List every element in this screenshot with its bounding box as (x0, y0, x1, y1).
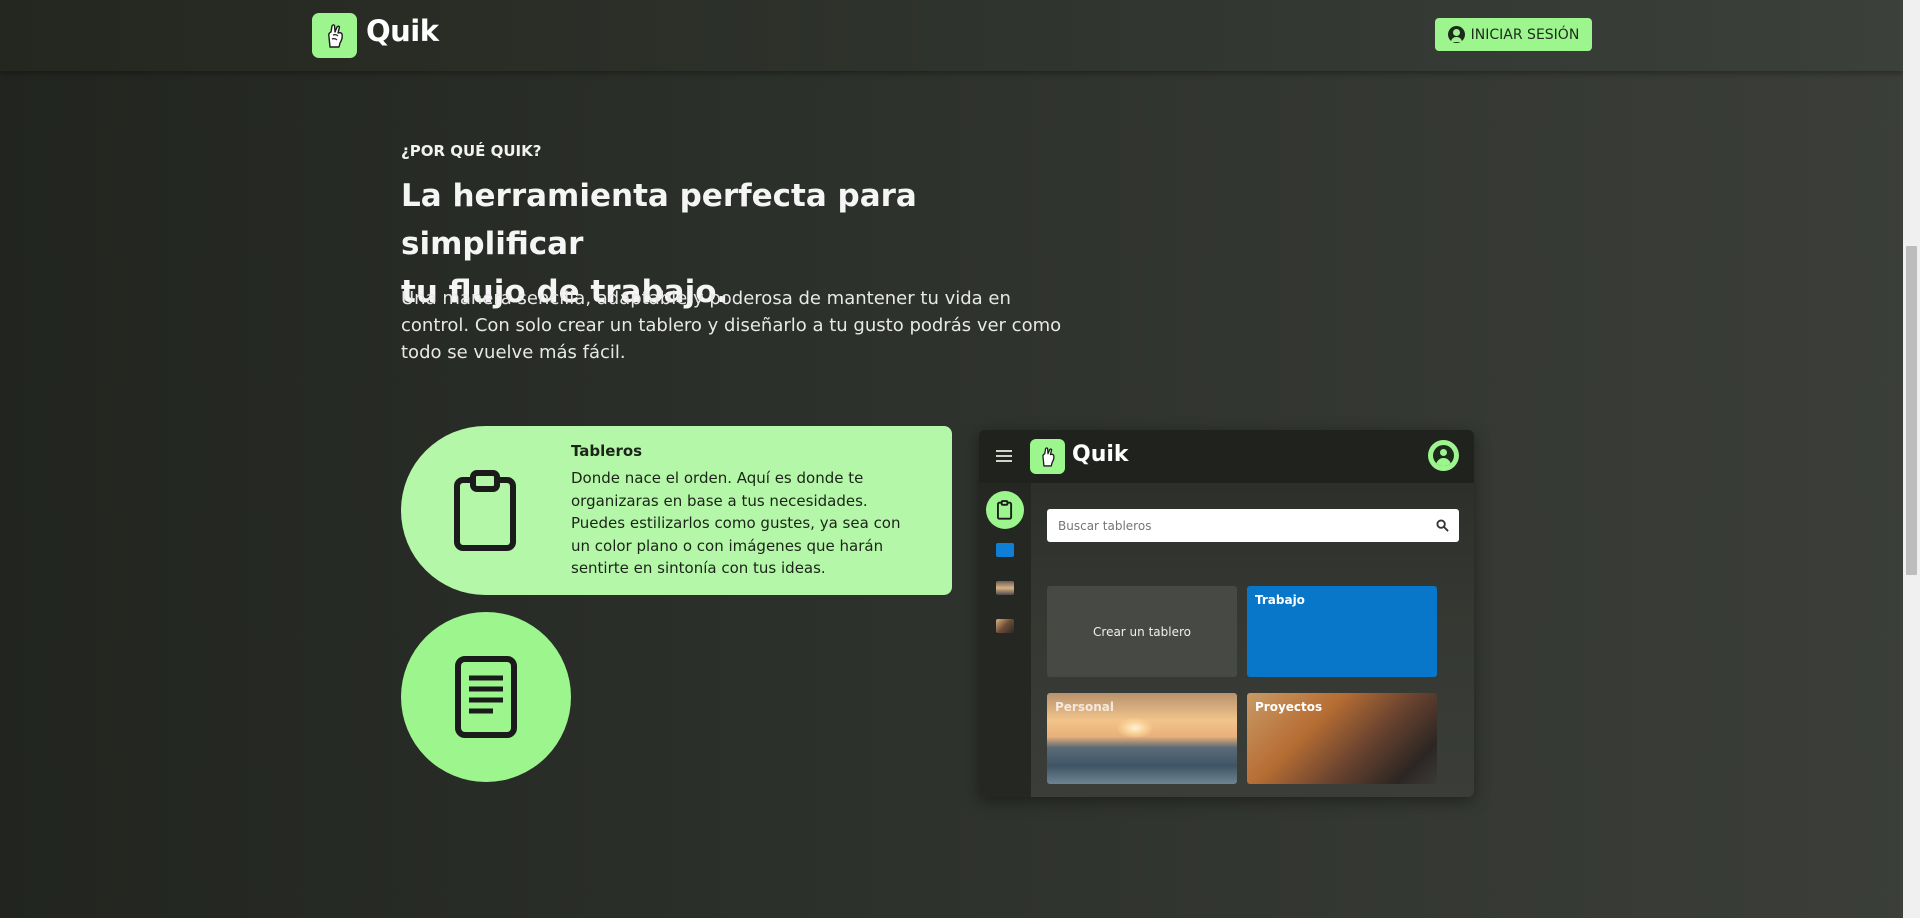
document-icon (455, 656, 517, 738)
section-lead: Una manera sencilla, adaptable y poderos… (401, 285, 1091, 366)
feature-title: Tableros (571, 442, 643, 460)
desc-line: un color plano o con imágenes que harán (571, 536, 884, 555)
board-tile-personal: Personal (1047, 693, 1237, 784)
feature-description: Donde nace el orden. Aquí es donde te or… (571, 467, 921, 580)
create-board-tile: Crear un tablero (1047, 586, 1237, 677)
desc-line: sentirte en sintonía con tus ideas. (571, 559, 826, 577)
feature-card-notes[interactable] (401, 612, 571, 782)
login-label: INICIAR SESIÓN (1470, 26, 1580, 43)
board-label: Personal (1055, 700, 1114, 714)
hand-logo-icon[interactable] (312, 13, 357, 58)
app-preview: Quik Crear un tablero (979, 430, 1474, 797)
board-thumb-image (996, 581, 1014, 595)
desc-line: organizaras en base a tus necesidades. (571, 491, 868, 510)
user-circle-icon (1447, 26, 1465, 43)
scrollbar-thumb[interactable] (1906, 246, 1917, 575)
section-eyebrow: ¿POR QUÉ QUIK? (401, 142, 542, 160)
board-thumb-image (996, 619, 1014, 633)
preview-search-input (1047, 509, 1459, 542)
clipboard-icon (453, 470, 521, 556)
page: Quik INICIAR SESIÓN ¿POR QUÉ QUIK? La he… (0, 0, 1903, 918)
avatar-icon (1428, 440, 1459, 471)
hand-logo-icon (1030, 439, 1065, 474)
login-button[interactable]: INICIAR SESIÓN (1435, 18, 1592, 51)
preview-header: Quik (979, 430, 1474, 483)
headline-line: La herramienta perfecta para simplificar (401, 178, 917, 262)
top-header: Quik INICIAR SESIÓN (0, 0, 1903, 71)
board-label: Proyectos (1255, 700, 1323, 714)
preview-main: Crear un tablero Trabajo Personal Proyec… (1031, 483, 1474, 797)
page-scrollbar[interactable] (1903, 0, 1920, 918)
lead-line: control. Con solo crear un tablero y dis… (401, 315, 1062, 336)
search-icon (1436, 519, 1449, 532)
menu-icon (996, 450, 1012, 462)
desc-line: Puedes estilizarlos como gustes, ya sea … (571, 514, 901, 532)
feature-card-tableros[interactable]: Tableros Donde nace el orden. Aquí es do… (401, 426, 952, 595)
preview-sidebar (979, 483, 1031, 797)
preview-brand: Quik (1072, 442, 1129, 467)
lead-line: todo se vuelve más fácil. (401, 342, 626, 363)
board-label: Trabajo (1255, 593, 1305, 607)
board-tile-proyectos: Proyectos (1247, 693, 1437, 784)
desc-line: Donde nace el orden. Aquí es donde te (571, 469, 864, 487)
board-thumb-blue (996, 543, 1014, 557)
board-tile-trabajo: Trabajo (1247, 586, 1437, 677)
sunset-image (1117, 718, 1153, 738)
lead-line: Una manera sencilla, adaptable y poderos… (401, 288, 1011, 309)
create-board-label: Crear un tablero (1093, 624, 1191, 639)
clipboard-icon (986, 491, 1024, 529)
brand-name[interactable]: Quik (366, 14, 439, 48)
